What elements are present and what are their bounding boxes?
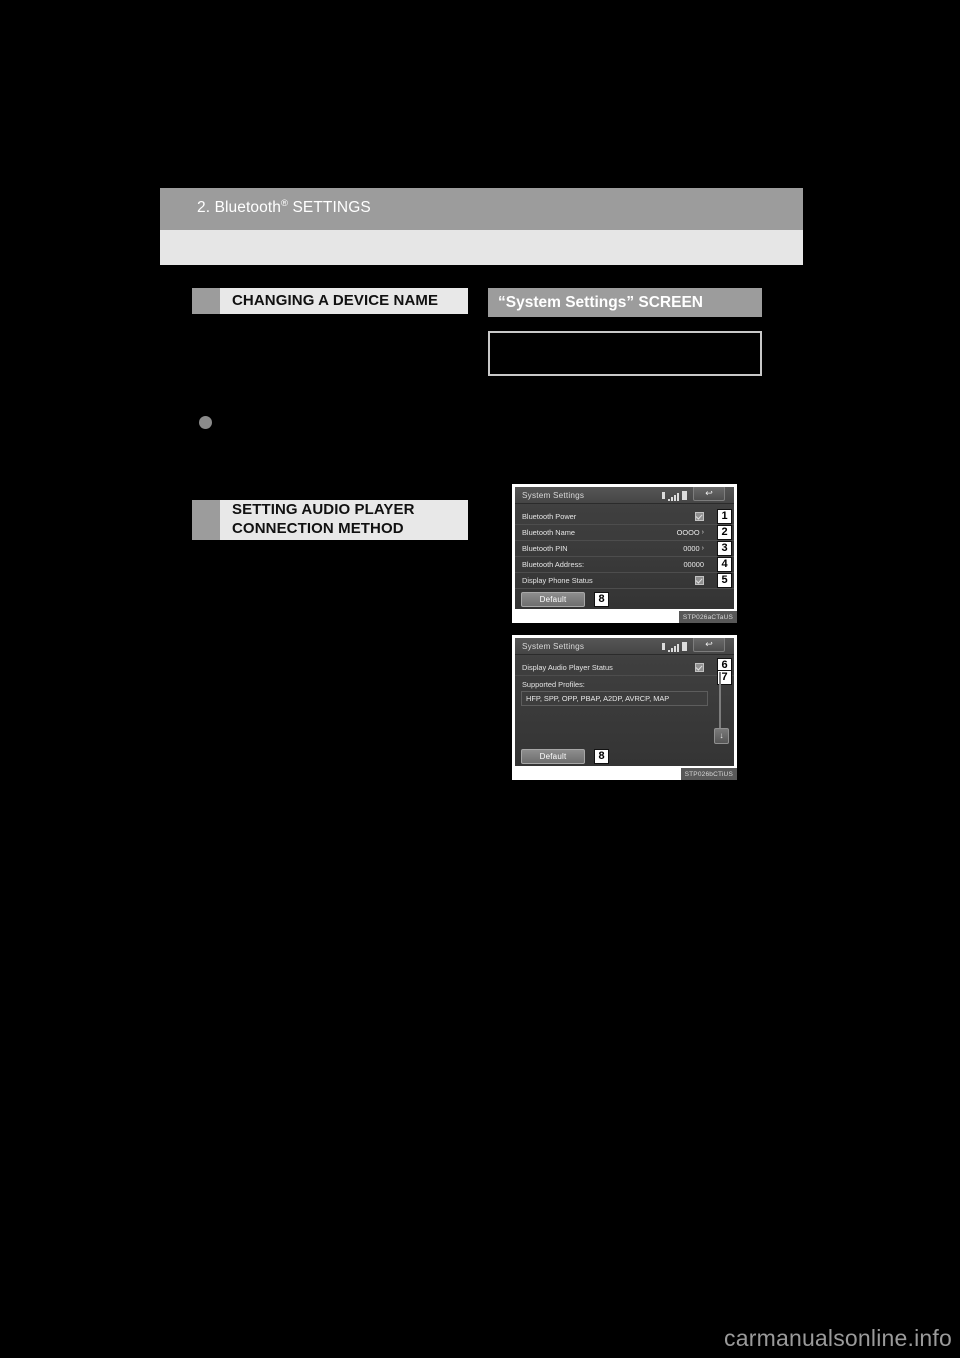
scrollbar[interactable]: ↓ xyxy=(714,672,729,744)
settings-row-value-text: OOOO xyxy=(676,528,700,537)
settings-row[interactable]: Bluetooth Name OOOO › 2 xyxy=(515,525,734,541)
status-icon-group: ↩ xyxy=(662,638,730,652)
settings-row-value-text: 00000 xyxy=(683,560,704,569)
chevron-right-icon: › xyxy=(701,529,704,536)
callout-number: 1 xyxy=(717,509,732,524)
bluetooth-icon xyxy=(662,491,665,499)
checkbox-icon[interactable] xyxy=(695,663,704,672)
chevron-right-icon: › xyxy=(701,545,704,552)
section-heading-changing-device-name: CHANGING A DEVICE NAME xyxy=(192,288,468,314)
screenshot-system-settings-page2: System Settings ↩ Display Audio Player S… xyxy=(512,635,737,780)
section-heading-line-1: SETTING AUDIO PLAYER xyxy=(232,501,415,519)
section-heading-label: SETTING AUDIO PLAYER CONNECTION METHOD xyxy=(220,500,468,540)
section-heading-system-settings-screen: “System Settings” SCREEN xyxy=(488,288,762,317)
page-title: 2. Bluetooth® SETTINGS xyxy=(197,199,371,217)
device-status-bar: System Settings ↩ xyxy=(515,487,734,504)
system-settings-callout-box xyxy=(488,331,762,376)
supported-profiles-label: Supported Profiles: xyxy=(522,680,585,689)
settings-row[interactable]: Bluetooth PIN 0000 › 3 xyxy=(515,541,734,557)
settings-row-label: Display Phone Status xyxy=(522,576,593,585)
bluetooth-icon xyxy=(662,642,665,650)
scroll-down-icon[interactable]: ↓ xyxy=(714,728,729,744)
battery-icon xyxy=(682,641,687,651)
device-screen-title: System Settings xyxy=(522,490,585,500)
settings-row-value-text: 0000 xyxy=(683,544,700,553)
registered-trademark-icon: ® xyxy=(280,197,289,209)
device-screen: System Settings ↩ Display Audio Player S… xyxy=(515,638,734,766)
page-subheader-bar xyxy=(160,230,803,265)
back-button[interactable]: ↩ xyxy=(693,487,725,501)
checkbox-icon[interactable] xyxy=(695,576,704,585)
default-button[interactable]: Default xyxy=(521,749,585,764)
section-tab-marker xyxy=(192,500,220,540)
section-tab-marker xyxy=(192,288,220,314)
callout-number: 4 xyxy=(717,557,732,572)
settings-row-label: Bluetooth Address: xyxy=(522,560,585,569)
device-screen: System Settings ↩ Bluetooth Power 1 Blue… xyxy=(515,487,734,609)
callout-number: 5 xyxy=(717,573,732,588)
section-heading-setting-audio-player: SETTING AUDIO PLAYER CONNECTION METHOD xyxy=(192,500,468,540)
settings-row: Bluetooth Address: 00000 4 xyxy=(515,557,734,573)
settings-row[interactable]: Bluetooth Power 1 xyxy=(515,509,734,525)
default-button-row: Default 8 xyxy=(515,749,734,764)
chapter-title-main: Bluetooth xyxy=(214,199,281,216)
chapter-title-tail: SETTINGS xyxy=(288,199,371,216)
callout-number: 3 xyxy=(717,541,732,556)
bullet-point-icon xyxy=(199,416,212,429)
signal-strength-icon xyxy=(668,644,679,652)
back-button[interactable]: ↩ xyxy=(693,638,725,652)
settings-row-label: Bluetooth Power xyxy=(522,512,577,521)
status-icon-group: ↩ xyxy=(662,487,730,501)
chapter-number: 2. xyxy=(197,199,211,216)
screenshot-system-settings-page1: System Settings ↩ Bluetooth Power 1 Blue… xyxy=(512,484,737,623)
settings-row-audio-player-status[interactable]: Display Audio Player Status 6 xyxy=(515,658,734,676)
settings-row[interactable]: Display Phone Status 5 xyxy=(515,573,734,589)
site-watermark: carmanualsonline.info xyxy=(724,1325,952,1351)
battery-icon xyxy=(682,490,687,500)
callout-number: 2 xyxy=(717,525,732,540)
section-heading-line-2: CONNECTION METHOD xyxy=(232,520,404,537)
page-header-bar: 2. Bluetooth® SETTINGS xyxy=(160,188,803,230)
settings-row-list: Bluetooth Power 1 Bluetooth Name OOOO › … xyxy=(515,504,734,589)
screenshot-caption: STP026aCTaUS xyxy=(678,611,737,623)
default-button[interactable]: Default xyxy=(521,592,585,607)
device-screen-title: System Settings xyxy=(522,641,585,651)
default-button-row: Default 8 xyxy=(515,592,734,607)
device-status-bar: System Settings ↩ xyxy=(515,638,734,655)
callout-number: 8 xyxy=(594,749,609,764)
settings-row-label: Bluetooth Name xyxy=(522,528,575,537)
signal-strength-icon xyxy=(668,493,679,501)
settings-row-label: Display Audio Player Status xyxy=(522,663,613,672)
supported-profiles-value: HFP, SPP, OPP, PBAP, A2DP, AVRCP, MAP xyxy=(521,691,708,706)
scrollbar-track[interactable] xyxy=(719,672,721,729)
section-heading-label: CHANGING A DEVICE NAME xyxy=(232,291,439,309)
screenshot-caption: STP026bCTiUS xyxy=(680,768,737,780)
section-heading-label: “System Settings” SCREEN xyxy=(498,293,703,311)
settings-row-list: Display Audio Player Status 6 xyxy=(515,655,734,676)
callout-number: 8 xyxy=(594,592,609,607)
checkbox-icon[interactable] xyxy=(695,512,704,521)
settings-row-label: Bluetooth PIN xyxy=(522,544,568,553)
